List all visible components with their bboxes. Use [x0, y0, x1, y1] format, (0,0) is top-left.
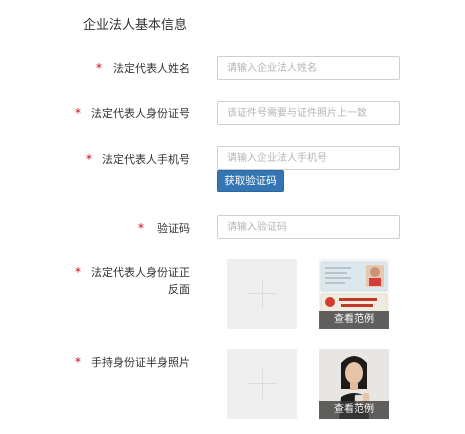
section-title: 企业法人基本信息 — [83, 18, 188, 33]
id-card-label-line2: 反面 — [168, 283, 190, 296]
legal-id-input[interactable] — [217, 101, 400, 125]
legal-phone-label: 法定代表人手机号 — [102, 153, 190, 166]
handheld-upload-box[interactable] — [227, 349, 297, 419]
handheld-sample-caption: 查看范例 — [319, 401, 389, 419]
id-card-sample-caption: 查看范例 — [319, 311, 389, 329]
legal-name-label: 法定代表人姓名 — [113, 62, 190, 75]
handheld-label: 手持身份证半身照片 — [91, 356, 190, 369]
required-mark: * — [138, 221, 144, 235]
get-code-button[interactable]: 获取验证码 — [217, 170, 284, 192]
legal-phone-input[interactable] — [217, 146, 400, 170]
required-mark: * — [75, 355, 81, 369]
id-card-label-line1: 法定代表人身份证正 — [91, 266, 190, 279]
verify-code-input[interactable] — [217, 215, 400, 239]
legal-id-label: 法定代表人身份证号 — [91, 107, 190, 120]
verify-code-label: 验证码 — [157, 222, 190, 235]
required-mark: * — [75, 265, 81, 279]
id-card-upload-box[interactable] — [227, 259, 297, 329]
id-card-sample[interactable]: 查看范例 — [319, 259, 389, 329]
required-mark: * — [96, 61, 102, 75]
legal-name-input[interactable] — [217, 56, 400, 80]
required-mark: * — [75, 106, 81, 120]
handheld-sample[interactable]: 查看范例 — [319, 349, 389, 419]
required-mark: * — [86, 152, 92, 166]
